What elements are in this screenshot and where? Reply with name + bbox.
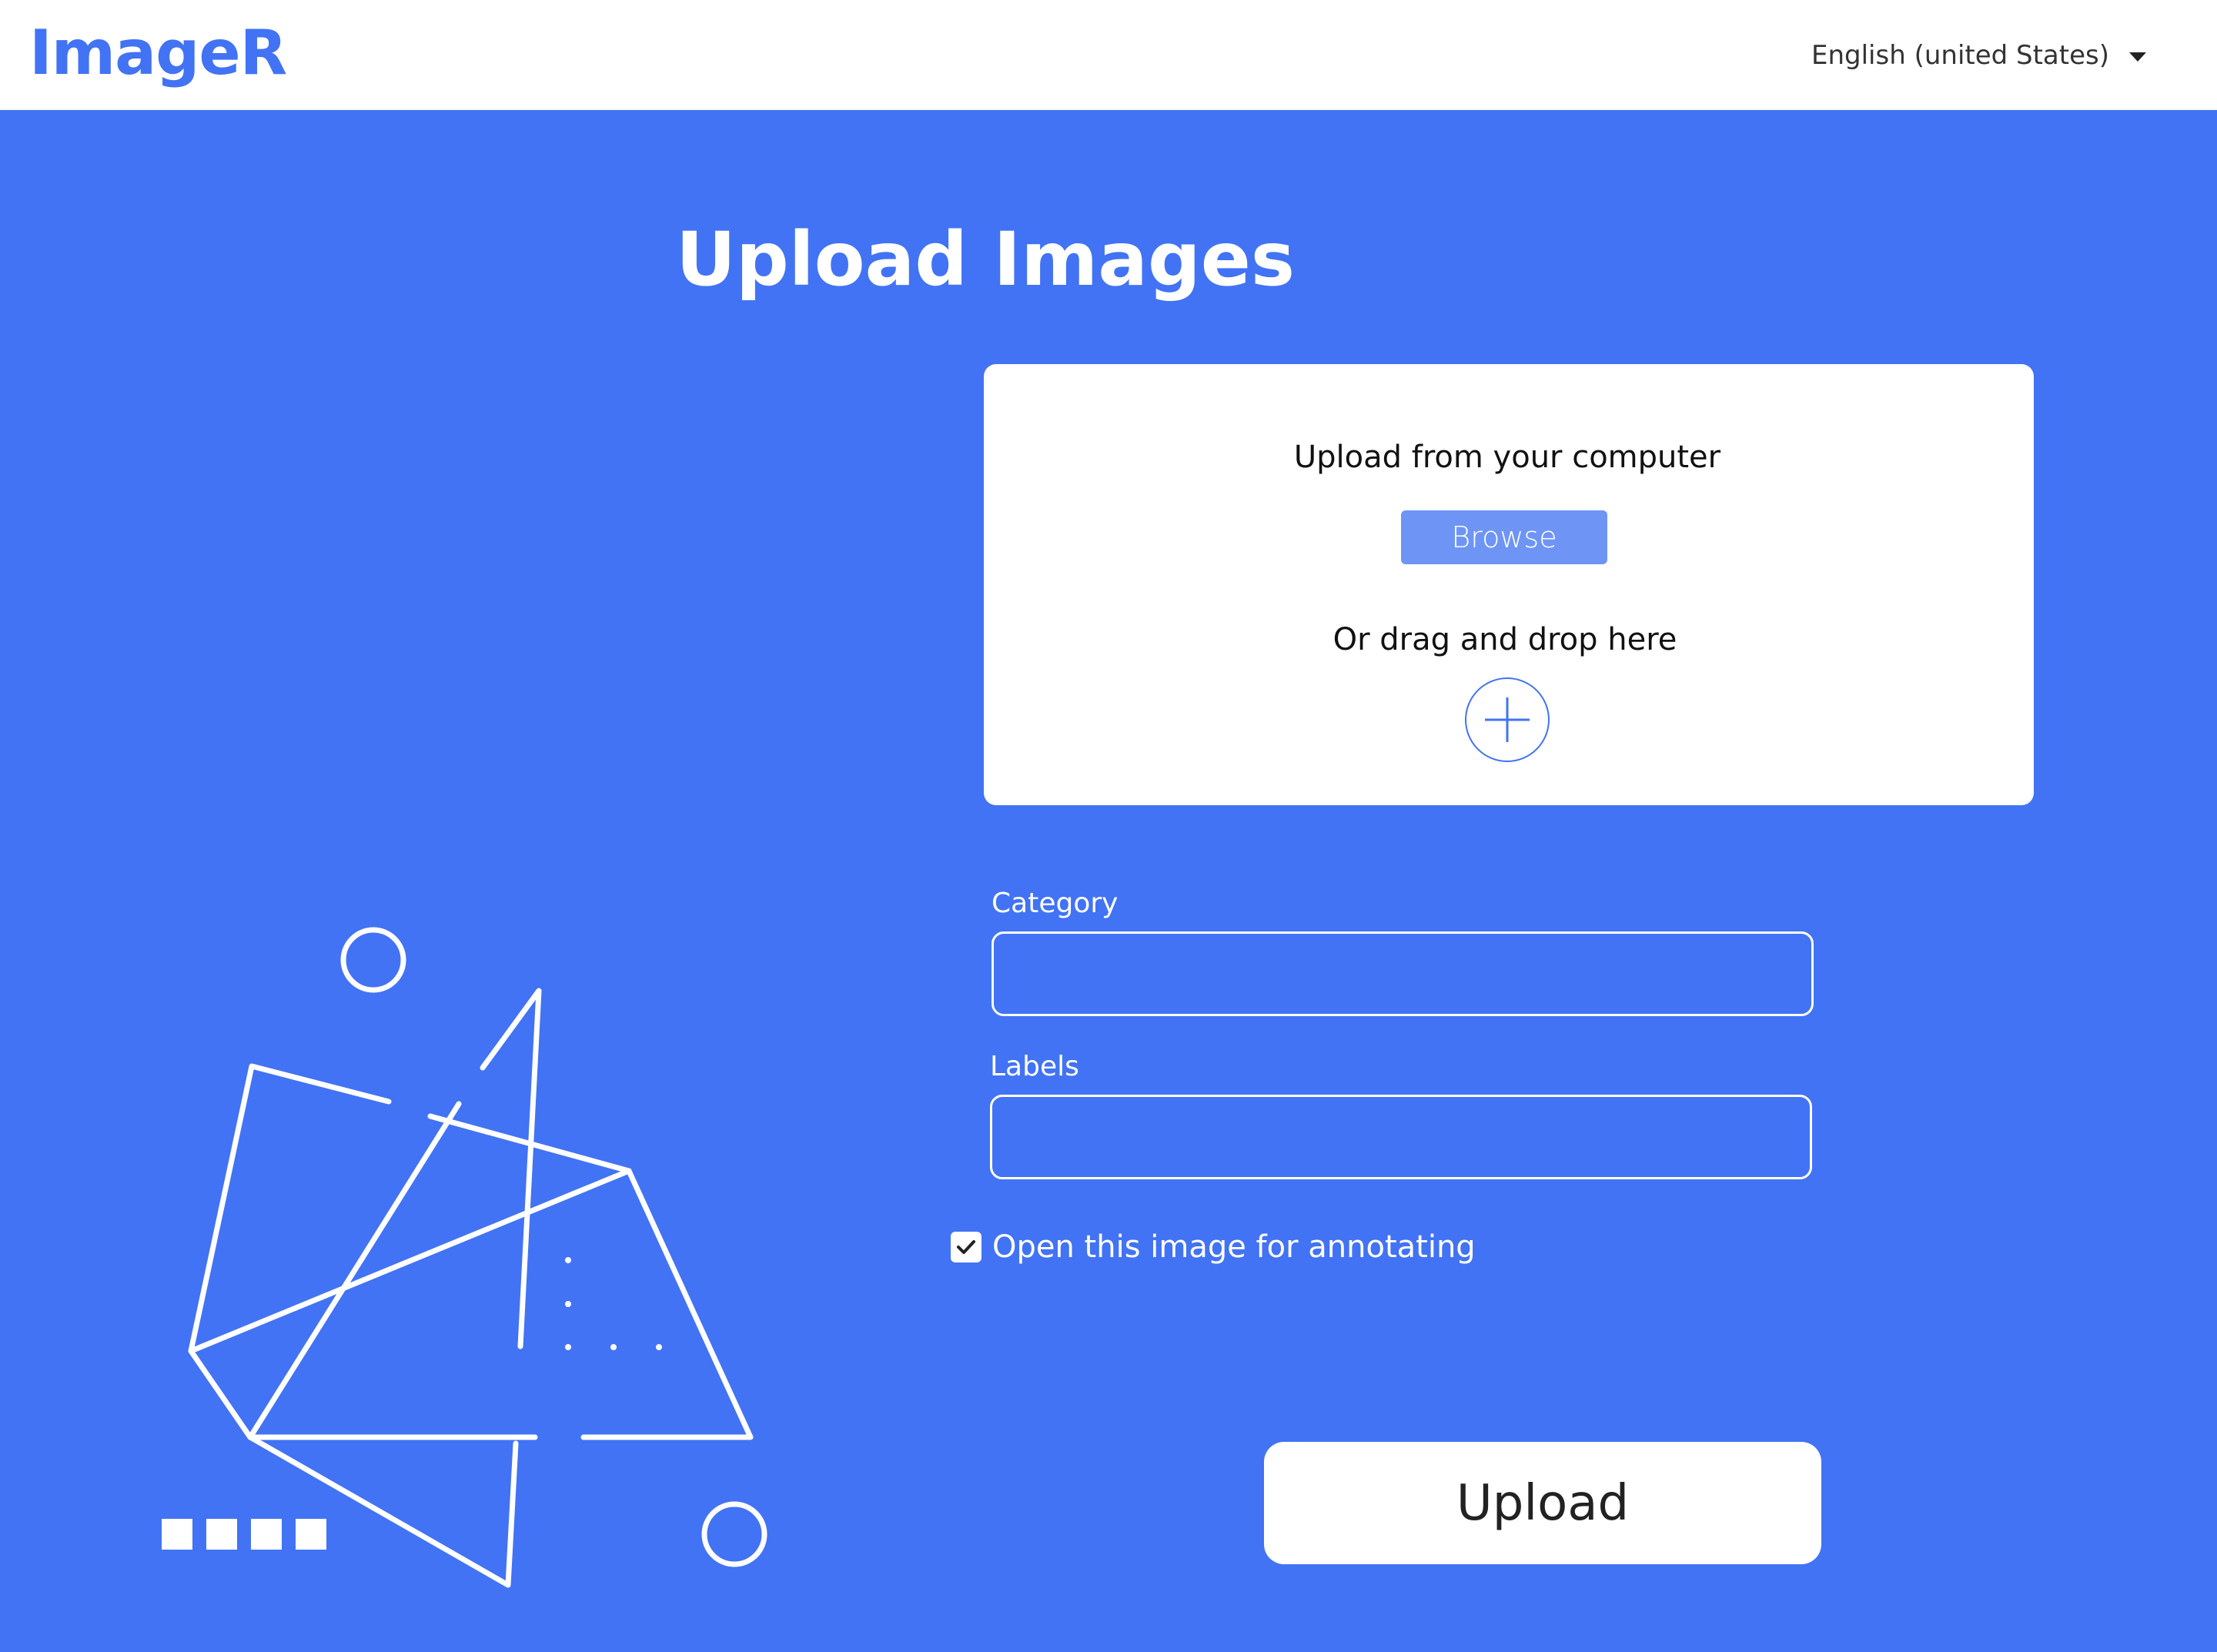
plus-circle-icon	[1485, 697, 1530, 742]
line-shape	[188, 1168, 632, 1354]
logo[interactable]: ImageR	[29, 17, 287, 89]
square-shape	[251, 1519, 282, 1550]
line-shape	[188, 1063, 519, 1588]
square-shape	[296, 1519, 326, 1550]
browse-button[interactable]: Browse	[1401, 510, 1607, 564]
language-label: English (united States)	[1811, 40, 2109, 71]
line-shape	[580, 1168, 754, 1440]
upload-from-computer-text: Upload from your computer	[1293, 440, 1721, 475]
checkmark-icon	[957, 1240, 975, 1254]
annotate-checkbox-label: Open this image for annotating	[992, 1229, 1476, 1265]
drag-drop-text: Or drag and drop here	[1333, 622, 1677, 657]
square-shape	[206, 1519, 237, 1550]
add-file-button[interactable]	[1465, 677, 1550, 762]
page-title: Upload Images	[676, 216, 1295, 303]
dot-shape	[565, 1257, 571, 1263]
dot-shape	[565, 1301, 571, 1307]
dot-shape	[656, 1344, 662, 1350]
annotate-checkbox[interactable]	[951, 1232, 981, 1262]
square-shape	[162, 1519, 192, 1550]
labels-label: Labels	[990, 1051, 1079, 1082]
line-shape	[480, 988, 542, 1349]
language-selector[interactable]: English (united States)	[1811, 40, 2146, 71]
dot-shape	[565, 1344, 571, 1350]
caret-down-icon	[2129, 52, 2146, 62]
upload-button[interactable]: Upload	[1264, 1442, 1821, 1564]
category-label: Category	[991, 888, 1119, 919]
dot-shape	[610, 1344, 617, 1350]
line-shape	[247, 1101, 462, 1440]
labels-input[interactable]	[990, 1095, 1812, 1179]
upload-section: Upload Images Upload from your computer	[0, 110, 2217, 1652]
top-bar: ImageR English (united States)	[0, 0, 2217, 110]
decorative-illustration	[162, 927, 767, 1588]
annotate-option[interactable]: Open this image for annotating	[951, 1229, 1476, 1265]
category-input[interactable]	[991, 931, 1814, 1016]
circle-shape	[701, 1501, 767, 1567]
upload-dropzone[interactable]: Upload from your computer Browse Or drag…	[984, 364, 2034, 805]
circle-shape	[340, 927, 406, 993]
